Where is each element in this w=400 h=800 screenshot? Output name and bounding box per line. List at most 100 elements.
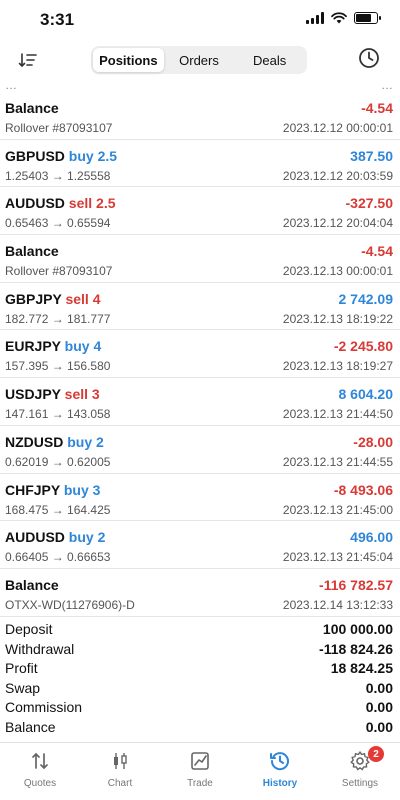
deal-profit: -327.50 — [345, 195, 393, 212]
deal-symbol: Balance — [5, 576, 59, 593]
history-list[interactable]: … … Balance Rollover #87093107 -4.54 2023.1… — [0, 78, 400, 618]
partially-hidden-row: … … — [0, 78, 400, 92]
summary-label: Deposit — [5, 621, 53, 637]
tab-trade[interactable]: Trade — [160, 743, 240, 800]
deal-time: 2023.12.13 21:44:50 — [282, 407, 393, 422]
summary-swap: Swap 0.00 — [0, 679, 400, 699]
history-segmented-control: Positions Orders Deals — [91, 46, 307, 74]
tab-chart[interactable]: Chart — [80, 743, 160, 800]
deal-title: EURJPY buy 4 — [5, 338, 101, 354]
deal-profit: -8 493.06 — [333, 481, 393, 498]
history-row[interactable]: GBPUSD buy 2.5 1.25403 → 1.25558 387.50 202… — [0, 140, 400, 188]
summary-label: Balance — [5, 718, 56, 735]
deal-symbol: AUDUSD — [5, 195, 65, 212]
history-row[interactable]: AUDUSD sell 2.5 0.65463 → 0.65594 -327.50 2… — [0, 187, 400, 236]
deal-profit: 2 742.09 — [338, 290, 394, 307]
sort-button[interactable] — [16, 48, 40, 72]
battery-icon — [354, 12, 381, 24]
cut-row-right: … — [381, 78, 393, 92]
settings-badge: 2 — [368, 746, 384, 762]
deal-title: GBPJPY sell 4 — [5, 291, 100, 307]
bottom-tab-bar: Quotes Chart Trade History 2 Settings — [0, 742, 400, 800]
deal-title: Balance — [5, 100, 59, 116]
status-icons — [306, 12, 381, 24]
summary-value: -118 824.26 — [319, 640, 393, 657]
deal-symbol: GBPUSD — [5, 147, 65, 164]
history-row[interactable]: NZDUSD buy 2 0.62019 → 0.62005 -28.00 2023.… — [0, 426, 400, 474]
summary-value: 0.00 — [365, 718, 393, 735]
tab-positions[interactable]: Positions — [93, 48, 164, 72]
trade-icon — [191, 752, 209, 770]
deal-direction: buy — [63, 481, 89, 498]
summary-balance: Balance 0.00 — [0, 718, 400, 738]
history-row[interactable]: EURJPY buy 4 157.395 → 156.580 -2 245.80 20… — [0, 330, 400, 379]
deal-profit: 387.50 — [350, 147, 393, 164]
deal-volume: 3 — [92, 481, 101, 498]
history-summary: Deposit 100 000.00 Withdrawal -118 824.2… — [0, 620, 400, 737]
deal-direction: buy — [64, 338, 90, 355]
history-row[interactable]: USDJPY sell 3 147.161 → 143.058 8 604.20 20… — [0, 378, 400, 426]
deal-subtitle: 0.62019 → 0.62005 — [5, 454, 111, 469]
tab-label: Quotes — [23, 778, 57, 789]
deal-volume: 3 — [91, 386, 100, 403]
deal-subtitle: 182.772 → 181.777 — [5, 311, 111, 326]
deal-direction: buy — [67, 433, 93, 450]
tab-deals[interactable]: Deals — [234, 48, 305, 72]
deal-direction: sell — [65, 290, 89, 307]
deal-time: 2023.12.13 21:44:55 — [282, 454, 393, 469]
history-row[interactable]: Balance OTXX-WD(11276906)-D -116 782.57 202… — [0, 569, 400, 617]
tab-quotes[interactable]: Quotes — [0, 743, 80, 800]
summary-label: Profit — [5, 660, 38, 676]
deal-title: Balance — [5, 577, 59, 593]
history-icon — [270, 752, 289, 771]
deal-volume: 2 — [97, 529, 106, 546]
deal-title: AUDUSD sell 2.5 — [5, 195, 116, 211]
chart-icon — [114, 753, 127, 769]
deal-symbol: GBPJPY — [5, 290, 62, 307]
summary-label: Swap — [5, 679, 41, 696]
deal-profit: 8 604.20 — [338, 386, 394, 403]
deal-symbol: Balance — [5, 100, 59, 116]
deal-profit: -28.00 — [353, 433, 393, 450]
history-row[interactable]: CHFJPY buy 3 168.475 → 164.425 -8 493.06 20… — [0, 474, 400, 522]
deal-profit: -2 245.80 — [333, 338, 393, 355]
history-row[interactable]: Balance Rollover #87093107 -4.54 2023.12.13… — [0, 235, 400, 283]
tab-history[interactable]: History — [240, 743, 320, 800]
deal-time: 2023.12.13 21:45:00 — [282, 502, 393, 517]
deal-subtitle: 0.65463 → 0.65594 — [5, 216, 111, 231]
period-button[interactable] — [358, 47, 382, 71]
clock-icon — [359, 48, 379, 68]
summary-label: Withdrawal — [5, 640, 75, 657]
deal-time: 2023.12.12 00:00:01 — [282, 121, 393, 135]
deal-volume: 2 — [96, 433, 104, 450]
deal-volume: 2.5 — [97, 147, 118, 164]
tab-orders[interactable]: Orders — [164, 48, 235, 72]
deal-subtitle: 1.25403 → 1.25558 — [5, 168, 111, 183]
history-row[interactable]: GBPJPY sell 4 182.772 → 181.777 2 742.09 20… — [0, 283, 400, 331]
summary-value: 0.00 — [365, 699, 393, 715]
deal-subtitle: Rollover #87093107 — [5, 121, 113, 135]
deal-subtitle: OTXX-WD(11276906)-D — [5, 597, 135, 612]
deal-time: 2023.12.14 13:12:33 — [282, 597, 393, 612]
summary-withdrawal: Withdrawal -118 824.26 — [0, 640, 400, 660]
summary-value: 100 000.00 — [322, 621, 393, 637]
deal-time: 2023.12.13 18:19:27 — [282, 359, 393, 374]
deal-profit: 496.00 — [350, 529, 393, 546]
history-row[interactable]: Balance Rollover #87093107 -4.54 2023.12.12… — [0, 92, 400, 140]
deal-subtitle: 168.475 → 164.425 — [5, 502, 111, 517]
summary-label: Commission — [5, 699, 83, 715]
status-bar: 3:31 — [0, 0, 400, 40]
deal-title: AUDUSD buy 2 — [5, 529, 105, 545]
deal-volume: 4 — [93, 338, 102, 355]
deal-title: CHFJPY buy 3 — [5, 482, 100, 498]
tab-label: Trade — [187, 778, 213, 789]
deal-subtitle: 147.161 → 143.058 — [5, 407, 111, 422]
deal-symbol: Balance — [5, 243, 59, 260]
deal-time: 2023.12.13 21:45:04 — [282, 550, 393, 565]
deal-profit: -116 782.57 — [319, 576, 393, 593]
deal-symbol: EURJPY — [5, 338, 61, 355]
deal-title: Balance — [5, 243, 59, 259]
deal-title: GBPUSD buy 2.5 — [5, 148, 117, 164]
tab-settings[interactable]: 2 Settings — [320, 743, 400, 800]
history-row[interactable]: AUDUSD buy 2 0.66405 → 0.66653 496.00 2023.… — [0, 521, 400, 569]
